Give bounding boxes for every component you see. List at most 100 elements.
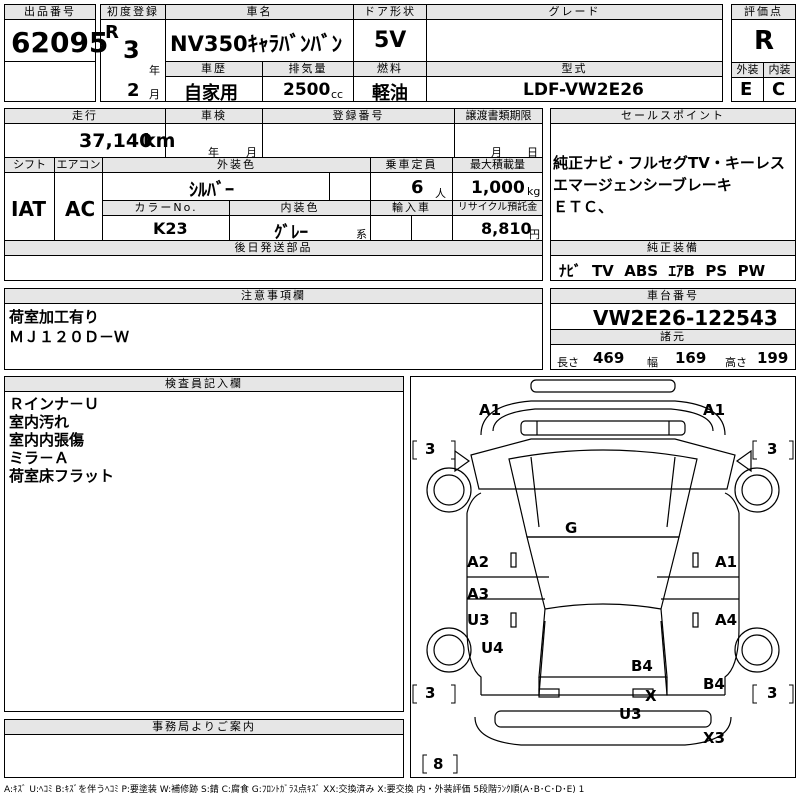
aircon-header: エアコン <box>54 157 103 173</box>
shift-header: シフト <box>4 157 55 173</box>
transfer-box: 月 日 <box>454 123 543 159</box>
import-box-1 <box>370 215 412 241</box>
chassis-box: VW2E26-122543 <box>550 303 796 330</box>
damage-right-front-door: A1 <box>715 553 738 571</box>
inspector-line-1: Ｒインナ－Ｕ <box>9 395 100 413</box>
int-color-header: 内装色 <box>229 200 371 216</box>
score-header: 評価点 <box>731 4 796 20</box>
model-header: 型式 <box>426 61 723 77</box>
width-label: 幅 <box>647 356 658 369</box>
inspection-header: 車検 <box>165 108 263 124</box>
mileage-header: 走行 <box>4 108 166 124</box>
damage-left-quarter: U4 <box>481 639 504 657</box>
damage-rear-x3: X3 <box>703 729 726 747</box>
damage-rear-bumper: X <box>645 687 657 705</box>
inspector-header: 検査員記入欄 <box>4 376 404 392</box>
height-value: 199 <box>757 349 789 367</box>
sales-point-line-2: エマージェンシーブレーキ <box>553 176 732 194</box>
office-box <box>4 734 404 778</box>
fuel-box: 軽油 <box>353 76 427 104</box>
exterior-value: E <box>740 79 753 100</box>
length-value: 469 <box>593 349 625 367</box>
interior-header: 内装 <box>763 62 796 78</box>
first-reg-box: R 3 年 2 月 <box>100 19 166 102</box>
int-color-box: ｸﾞﾚｰ 系 <box>229 215 371 243</box>
registration-header: 登録番号 <box>262 108 455 124</box>
interior-value: C <box>772 79 786 100</box>
lot-no-box: 62095 <box>4 19 108 62</box>
damage-right-quarter: B4 <box>703 675 725 693</box>
damage-rear-right: B4 <box>631 657 653 675</box>
era-value: R <box>105 22 119 43</box>
grade-box <box>426 19 723 62</box>
car-diagram: A1 A1 3 3 G A2 A1 A3 U3 A4 U4 B4 B4 3 3 … <box>410 376 796 778</box>
model-box: LDF-VW2E26 <box>426 76 723 102</box>
inspector-box: Ｒインナ－Ｕ 室内汚れ 室内内張傷 ミラ－Ａ 荷室床フラット <box>4 391 404 712</box>
history-header: 車歴 <box>165 61 263 77</box>
displacement-value: 2500 <box>283 80 331 100</box>
inspection-box: 年 月 <box>165 123 263 159</box>
import-header: 輸入車 <box>370 200 453 216</box>
capacity-box: 6 人 <box>370 172 453 201</box>
month-unit: 月 <box>149 88 160 101</box>
chassis-value: VW2E26-122543 <box>593 306 778 330</box>
notes-line-2: ＭＪ１２０Ｄ－Ｗ <box>9 328 130 346</box>
damage-left-front-door: A2 <box>467 553 490 571</box>
color-no-header: カラーNo. <box>102 200 230 216</box>
ext-color-header: 外装色 <box>102 157 371 173</box>
transfer-header: 譲渡書類期限 <box>454 108 543 124</box>
recycle-value: 8,810 <box>481 219 532 238</box>
lot-no-header: 出品番号 <box>4 4 96 20</box>
sales-point-header: セールスポイント <box>550 108 796 124</box>
recycle-header: リサイクル預託金 <box>452 200 543 216</box>
displacement-unit: cc <box>331 88 344 101</box>
aircon-value: AC <box>65 197 96 221</box>
max-load-unit: kg <box>527 185 541 198</box>
later-parts-header: 後日発送部品 <box>4 240 543 256</box>
month-value: 2 <box>127 80 140 101</box>
fuel-header: 燃料 <box>353 61 427 77</box>
displacement-box: 2500 cc <box>262 76 354 102</box>
year-unit: 年 <box>149 64 160 77</box>
sales-point-box: 純正ナビ・フルセグTV・キーレス エマージェンシーブレーキ ＥＴＣ、 <box>550 123 796 241</box>
tire-front-right: 3 <box>767 440 778 458</box>
inspector-line-5: 荷室床フラット <box>9 467 115 485</box>
door-header: ドア形状 <box>353 4 427 20</box>
ext-color-extra <box>329 172 371 201</box>
dimensions-header: 諸元 <box>550 329 796 345</box>
ext-color-box: ｼﾙﾊﾞｰ <box>102 172 330 201</box>
import-box-2 <box>411 215 453 241</box>
door-box: 5V <box>353 19 427 62</box>
legend: A:ｷｽﾞ U:ﾍｺﾐ B:ｷｽﾞを伴うﾍｺﾐ P:要塗装 W:補修跡 S:錆 … <box>4 785 585 795</box>
sales-point-line-3: ＥＴＣ、 <box>553 198 614 216</box>
notes-header: 注意事項欄 <box>4 288 543 304</box>
damage-windshield: G <box>565 519 578 537</box>
door-value: 5V <box>374 28 407 53</box>
damage-front-left: A1 <box>479 401 502 419</box>
exterior-header: 外装 <box>731 62 764 78</box>
capacity-unit: 人 <box>435 187 446 200</box>
tire-rear-left: 3 <box>425 684 436 702</box>
later-parts-box <box>4 255 543 281</box>
model-value: LDF-VW2E26 <box>523 80 644 100</box>
capacity-value: 6 <box>411 177 424 198</box>
score-box: R <box>731 19 796 63</box>
damage-right-rear: A4 <box>715 611 738 629</box>
grade-header: グレード <box>426 4 723 20</box>
car-name-header: 車名 <box>165 4 354 20</box>
score-value: R <box>754 26 775 56</box>
damage-rear-u: U3 <box>619 705 642 723</box>
notes-line-1: 荷室加工有り <box>9 308 100 326</box>
shift-value: IAT <box>11 197 47 221</box>
shift-box: IAT <box>4 172 55 241</box>
inspector-line-2: 室内汚れ <box>9 413 70 431</box>
interior-box: C <box>763 77 796 102</box>
damage-left-rear-lower: U3 <box>467 611 490 629</box>
color-no-value: K23 <box>153 219 188 238</box>
height-label: 高さ <box>725 356 747 369</box>
capacity-header: 乗車定員 <box>370 157 453 173</box>
genuine-header: 純正装備 <box>550 240 796 256</box>
length-label: 長さ <box>557 356 579 369</box>
mileage-value: 37,140 <box>79 130 153 152</box>
damage-left-rear-upper: A3 <box>467 585 490 603</box>
